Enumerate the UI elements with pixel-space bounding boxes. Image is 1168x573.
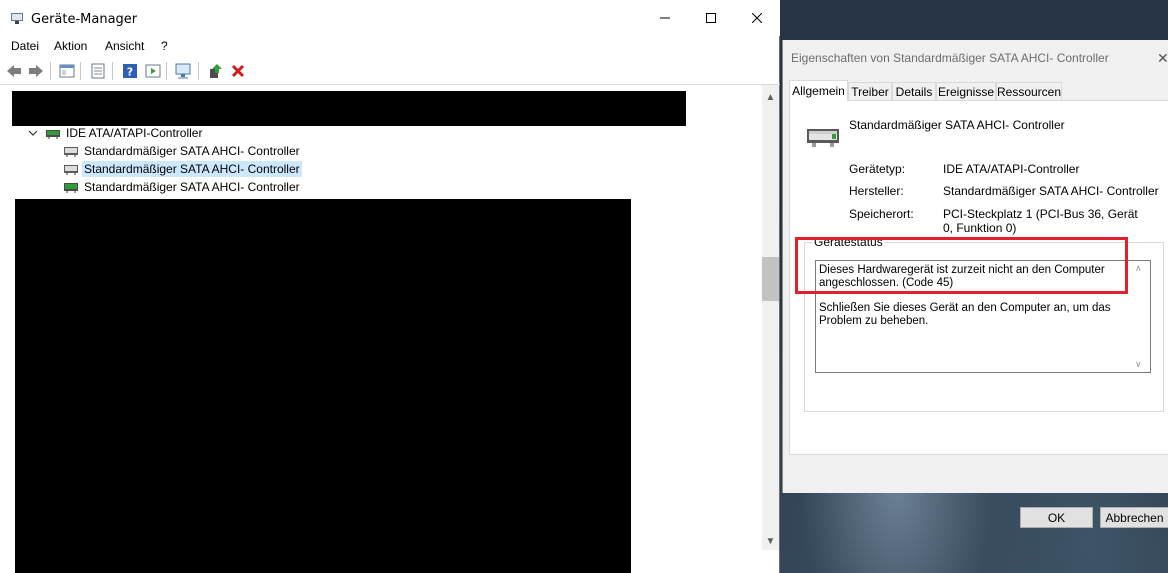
scroll-up-arrow-icon[interactable]: ▲ [762, 89, 779, 106]
tree-device-label: Standardmäßiger SATA AHCI- Controller [82, 161, 302, 177]
maximize-icon [706, 13, 716, 23]
menu-help[interactable]: ? [161, 39, 168, 53]
cancel-button[interactable]: Abbrechen [1100, 507, 1168, 528]
tab-driver[interactable]: Treiber [848, 82, 892, 100]
toolbar: ? [0, 58, 780, 85]
status-scroll-down-icon[interactable]: ∨ [1135, 359, 1142, 370]
menu-bar: Datei Aktion Ansicht ? [0, 36, 780, 58]
menu-action[interactable]: Aktion [54, 39, 87, 53]
window-title: Geräte-Manager [31, 12, 138, 27]
show-hide-console-tree-button[interactable] [58, 62, 76, 80]
manufacturer-label: Hersteller: [849, 184, 904, 198]
tree-device-row[interactable]: Standardmäßiger SATA AHCI- Controller [63, 142, 302, 160]
title-bar[interactable]: Geräte-Manager [0, 0, 780, 36]
device-type-value: IDE ATA/ATAPI-Controller [943, 162, 1080, 176]
device-name: Standardmäßiger SATA AHCI- Controller [849, 118, 1065, 132]
tree-device-label: Standardmäßiger SATA AHCI- Controller [84, 180, 300, 194]
help-toolbar-button[interactable]: ? [121, 62, 139, 80]
sata-controller-warning-icon [64, 147, 78, 157]
status-scroll-up-icon[interactable]: ∧ [1135, 263, 1142, 274]
location-label: Speicherort: [849, 207, 914, 221]
tree-device-row[interactable]: Standardmäßiger SATA AHCI- Controller [63, 178, 302, 196]
chevron-down-icon[interactable] [28, 128, 38, 138]
device-type-label: Gerätetyp: [849, 162, 906, 176]
uninstall-device-button[interactable] [229, 62, 247, 80]
manufacturer-value: Standardmäßiger SATA AHCI- Controller [943, 184, 1159, 198]
tree-vertical-scrollbar[interactable]: ▲ ▼ [762, 85, 779, 550]
forward-arrow-icon [29, 65, 43, 77]
update-driver-icon [210, 64, 222, 78]
properties-sheet-icon [91, 63, 105, 79]
console-tree-icon [59, 64, 75, 78]
forward-button[interactable] [27, 62, 45, 80]
sata-controller-large-icon [807, 129, 839, 147]
tree-device-row-selected[interactable]: Standardmäßiger SATA AHCI- Controller [63, 160, 302, 178]
back-button[interactable] [5, 62, 23, 80]
redacted-area-bottom [15, 199, 631, 573]
minimize-button[interactable] [642, 0, 688, 36]
close-icon [752, 13, 762, 23]
scrollbar-thumb[interactable] [762, 257, 779, 301]
tab-general[interactable]: Allgemein [789, 80, 848, 101]
delete-x-icon [231, 64, 245, 78]
tree-category-label: IDE ATA/ATAPI-Controller [66, 126, 203, 140]
maximize-button[interactable] [688, 0, 734, 36]
location-value: PCI-Steckplatz 1 (PCI-Bus 36, Gerät 0, F… [943, 207, 1138, 235]
device-manager-app-icon [11, 13, 23, 24]
scan-hardware-icon [175, 63, 191, 79]
menu-view[interactable]: Ansicht [105, 39, 144, 53]
ide-controller-icon [46, 130, 60, 139]
update-driver-button[interactable] [206, 62, 224, 80]
sata-controller-icon [64, 183, 78, 193]
back-arrow-icon [7, 65, 21, 77]
red-highlight-annotation [795, 237, 1128, 294]
device-manager-window: Geräte-Manager Datei Aktion Ansicht ? ? … [0, 0, 780, 573]
tree-category-row[interactable]: IDE ATA/ATAPI-Controller [28, 124, 204, 142]
tab-details[interactable]: Details [892, 82, 936, 100]
tab-events[interactable]: Ereignisse [936, 82, 996, 100]
action-pane-button[interactable] [144, 62, 162, 80]
redacted-area-top [12, 91, 686, 126]
menu-file[interactable]: Datei [11, 39, 39, 53]
sata-controller-warning-icon [64, 165, 78, 175]
properties-dialog-title: Eigenschaften von Standardmäßiger SATA A… [791, 51, 1109, 65]
ok-button[interactable]: OK [1020, 507, 1093, 528]
dialog-close-icon[interactable]: ✕ [1157, 50, 1168, 67]
help-icon: ? [123, 64, 137, 79]
status-hint: Schließen Sie dieses Gerät an den Comput… [819, 302, 1111, 327]
device-tree: IDE ATA/ATAPI-Controller Standardmäßiger… [0, 85, 762, 573]
minimize-icon [660, 17, 670, 19]
action-pane-icon [145, 64, 161, 78]
scan-hardware-button[interactable] [175, 62, 193, 80]
properties-toolbar-button[interactable] [89, 62, 107, 80]
tab-resources[interactable]: Ressourcen [996, 82, 1062, 100]
close-button[interactable] [734, 0, 780, 36]
svg-text:?: ? [127, 66, 133, 79]
scroll-down-arrow-icon[interactable]: ▼ [762, 533, 779, 550]
tree-device-label: Standardmäßiger SATA AHCI- Controller [84, 144, 300, 158]
